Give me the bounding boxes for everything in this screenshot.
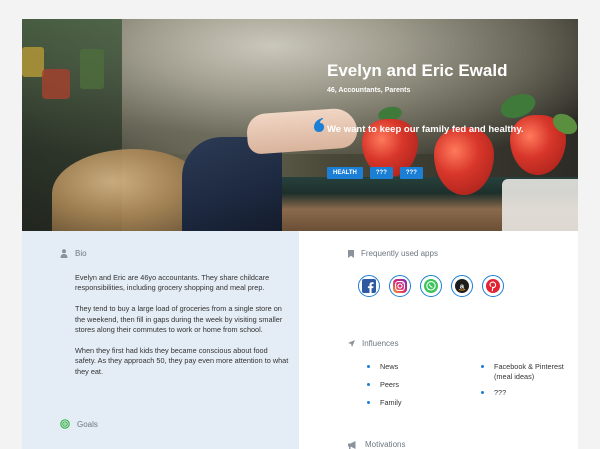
bio-paragraph: When they first had kids they became con…	[75, 345, 289, 376]
list-item: Facebook & Pinterest (meal ideas)	[481, 362, 576, 382]
tag-unknown[interactable]: ???	[399, 167, 423, 179]
bio-text: Evelyn and Eric are 46yo accountants. Th…	[75, 273, 290, 387]
list-item: ???	[481, 388, 576, 398]
right-panel: Frequently used apps a Influences News P…	[299, 231, 578, 449]
motivations-heading-label: Motivations	[365, 440, 406, 449]
influences-list: News Peers Family	[367, 362, 402, 416]
apps-heading-label: Frequently used apps	[361, 249, 438, 258]
target-icon	[60, 419, 70, 429]
list-item: Family	[367, 398, 402, 416]
app-pinterest[interactable]	[482, 275, 504, 297]
megaphone-icon	[348, 440, 356, 449]
bio-paragraph: They tend to buy a large load of groceri…	[75, 304, 283, 335]
influences-heading: Influences	[348, 339, 398, 348]
goals-heading: Goals	[60, 419, 98, 429]
influences-heading-label: Influences	[362, 339, 399, 348]
app-list: a	[358, 275, 504, 297]
persona-card: Evelyn and Eric Ewald 46, Accountants, P…	[22, 19, 578, 449]
app-amazon[interactable]: a	[451, 275, 473, 297]
quote-icon	[314, 118, 324, 132]
facebook-icon	[362, 279, 376, 293]
tag-unknown[interactable]: ???	[369, 167, 393, 179]
goals-heading-label: Goals	[77, 419, 98, 429]
pinterest-icon	[486, 279, 500, 293]
bookmark-icon	[348, 249, 354, 258]
person-icon	[60, 249, 68, 258]
influences-list: Facebook & Pinterest (meal ideas) ???	[481, 362, 576, 404]
whatsapp-icon	[424, 279, 438, 293]
navigation-arrow-icon	[348, 340, 355, 347]
list-item: Peers	[367, 380, 402, 398]
app-whatsapp[interactable]	[420, 275, 442, 297]
apps-heading: Frequently used apps	[348, 249, 438, 258]
bio-heading: Bio	[60, 249, 87, 258]
tag-health[interactable]: HEALTH	[327, 167, 363, 179]
persona-subtitle: 46, Accountants, Parents	[327, 87, 411, 94]
motivations-heading: Motivations	[348, 440, 405, 449]
left-panel: Bio Evelyn and Eric are 46yo accountants…	[22, 231, 299, 449]
amazon-icon: a	[455, 279, 469, 293]
hero-text: Evelyn and Eric Ewald 46, Accountants, P…	[314, 19, 577, 231]
persona-quote: We want to keep our family fed and healt…	[327, 124, 524, 135]
hero-banner: Evelyn and Eric Ewald 46, Accountants, P…	[22, 19, 578, 231]
persona-name: Evelyn and Eric Ewald	[327, 61, 508, 80]
app-instagram[interactable]	[389, 275, 411, 297]
tag-list: HEALTH ??? ???	[327, 167, 423, 179]
app-facebook[interactable]	[358, 275, 380, 297]
instagram-icon	[393, 279, 407, 293]
list-item: News	[367, 362, 402, 380]
bio-heading-label: Bio	[75, 249, 87, 258]
bio-paragraph: Evelyn and Eric are 46yo accountants. Th…	[75, 273, 270, 293]
